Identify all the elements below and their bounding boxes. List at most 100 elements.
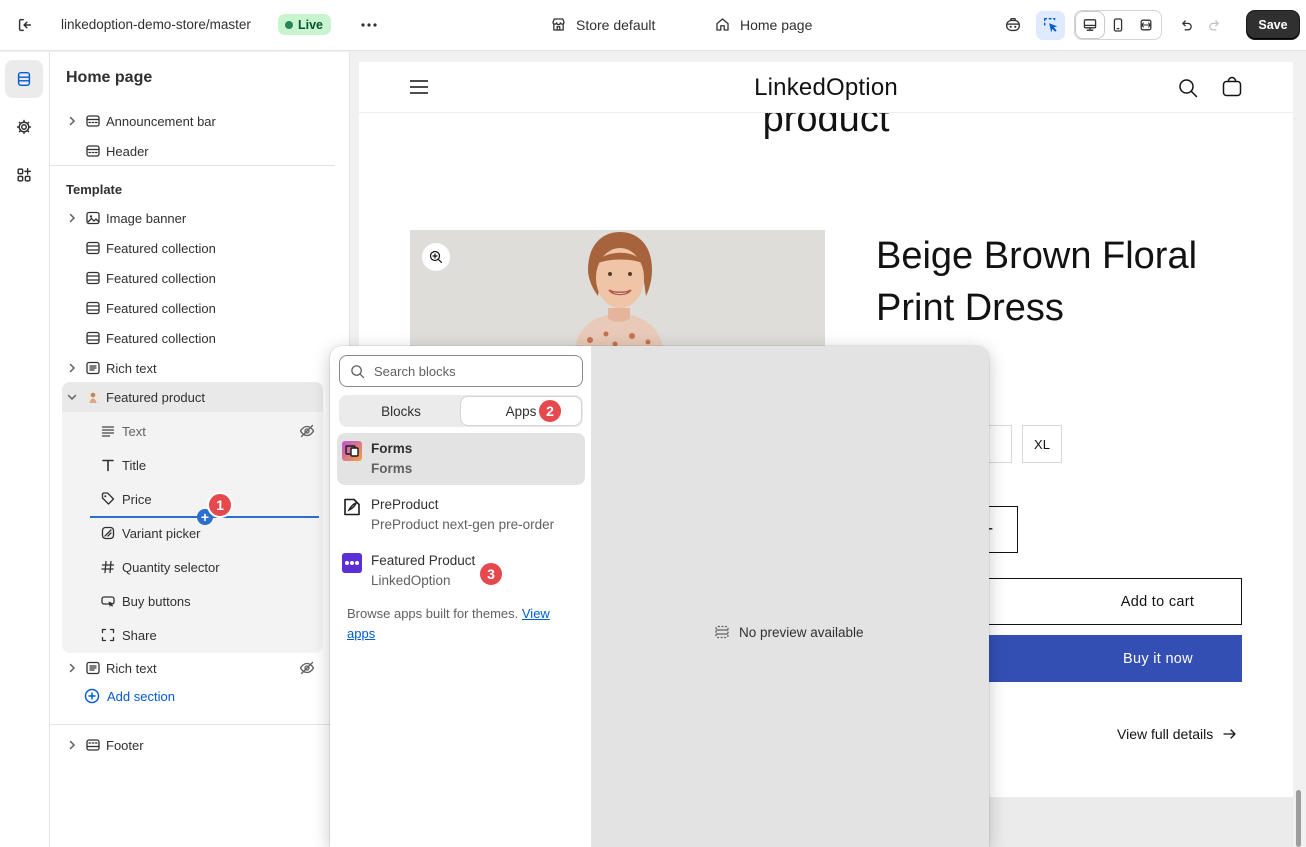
app-block-preproduct[interactable]: PreProduct PreProduct next-gen pre-order: [337, 489, 585, 541]
block-buy-buttons[interactable]: Buy buttons: [50, 586, 335, 616]
redo-button[interactable]: [1200, 11, 1229, 40]
share-frame-icon: [101, 628, 115, 642]
app-block-provider: Forms: [371, 461, 413, 476]
tab-blocks[interactable]: Blocks: [341, 397, 461, 425]
exit-button[interactable]: [12, 12, 38, 38]
section-label: Header: [106, 143, 149, 159]
section-header[interactable]: Header: [50, 136, 335, 166]
buy-now-button[interactable]: Buy it now: [959, 635, 1242, 682]
view-apps-link-part: View: [521, 606, 550, 621]
app-block-provider: LinkedOption: [371, 573, 451, 588]
header-icon: [86, 145, 100, 157]
app-blocks-icon: [17, 167, 32, 182]
product-image[interactable]: [410, 230, 825, 348]
sidekick-button[interactable]: [998, 11, 1027, 40]
zoom-button[interactable]: [422, 243, 450, 271]
more-actions-button[interactable]: [356, 12, 382, 38]
tab-apps[interactable]: Apps: [461, 397, 581, 425]
market-label: Store default: [576, 16, 656, 33]
preview-scrollbar[interactable]: [1296, 790, 1301, 847]
mobile-view-button[interactable]: [1104, 12, 1132, 38]
add-section-button[interactable]: Add section: [84, 688, 175, 704]
add-to-cart-button[interactable]: Add to cart: [959, 578, 1242, 625]
market-selector[interactable]: Store default: [550, 16, 655, 33]
block-title[interactable]: Title: [50, 450, 335, 480]
chevron-right-icon[interactable]: [66, 212, 78, 224]
preproduct-app-icon: [342, 497, 362, 517]
image-icon: [86, 211, 100, 225]
hidden-eye-icon[interactable]: [299, 423, 315, 439]
chevron-right-icon[interactable]: [66, 739, 78, 751]
block-price[interactable]: Price: [50, 484, 335, 514]
size-option-xl[interactable]: XL: [1022, 425, 1062, 463]
page-label: Home page: [740, 16, 813, 33]
price-tag-icon: [101, 492, 115, 505]
redo-icon: [1208, 20, 1219, 31]
rich-text-icon: [86, 661, 100, 675]
section-rich-text-2[interactable]: Rich text: [50, 653, 335, 683]
block-text[interactable]: Text: [50, 416, 335, 446]
section-image-banner[interactable]: Image banner: [50, 203, 335, 233]
store-header: LinkedOption: [359, 62, 1293, 113]
page-selector[interactable]: Home page: [714, 16, 812, 33]
footer-icon: [86, 739, 100, 751]
section-label: Footer: [106, 737, 144, 753]
block-label: Text: [122, 423, 146, 439]
block-quantity-selector[interactable]: Quantity selector: [50, 552, 335, 582]
button-cursor-icon: [101, 596, 115, 608]
forms-app-icon: [342, 441, 362, 461]
zoom-in-icon: [429, 250, 443, 264]
save-button[interactable]: Save: [1247, 11, 1299, 39]
app-block-name: PreProduct: [371, 497, 439, 512]
search-blocks-field[interactable]: [339, 355, 583, 387]
collection-icon: [86, 301, 100, 315]
chevron-right-icon[interactable]: [66, 362, 78, 374]
live-label: Live: [298, 17, 324, 32]
section-label: Featured product: [106, 389, 206, 405]
search-blocks-input[interactable]: [374, 363, 564, 379]
block-label: Share: [122, 627, 157, 643]
theme-name: linkedoption-demo-store/master: [61, 17, 251, 32]
section-label: Rich text: [106, 360, 157, 376]
undo-button[interactable]: [1171, 11, 1200, 40]
section-rich-text[interactable]: Rich text: [50, 353, 335, 383]
theme-settings-nav-button[interactable]: [5, 108, 43, 146]
app-block-name: Featured Product: [371, 553, 476, 568]
app-block-forms[interactable]: Forms Forms: [337, 433, 585, 485]
live-badge: Live: [278, 14, 332, 35]
mobile-icon: [1113, 18, 1123, 32]
section-featured-collection[interactable]: Featured collection: [50, 263, 335, 293]
block-variant-picker[interactable]: Variant picker: [50, 518, 335, 548]
sections-nav-button[interactable]: [5, 60, 43, 98]
view-full-details-link[interactable]: View full details: [1117, 726, 1237, 742]
inspector-button[interactable]: [1036, 10, 1065, 40]
search-icon[interactable]: [1177, 77, 1199, 99]
store-logo[interactable]: LinkedOption: [359, 74, 1293, 102]
chevron-right-icon[interactable]: [66, 662, 78, 674]
hidden-eye-icon[interactable]: [299, 660, 315, 676]
cursor-select-icon: [1043, 18, 1057, 33]
section-placeholder-icon: [715, 625, 729, 639]
section-featured-collection[interactable]: Featured collection: [50, 323, 335, 353]
section-featured-collection[interactable]: Featured collection: [50, 293, 335, 323]
fullscreen-view-button[interactable]: [1132, 12, 1160, 38]
cart-icon[interactable]: [1221, 76, 1243, 98]
block-preview-pane: No preview available: [591, 346, 989, 847]
section-featured-product[interactable]: Featured product: [50, 382, 335, 412]
browse-apps-text: Browse apps built for themes. View apps: [347, 604, 577, 644]
section-announcement-bar[interactable]: Announcement bar: [50, 106, 335, 136]
chevron-right-icon[interactable]: [66, 115, 78, 127]
apps-nav-button[interactable]: [5, 156, 43, 194]
view-details-label: View full details: [1117, 726, 1214, 742]
desktop-view-button[interactable]: [1076, 12, 1104, 38]
section-footer[interactable]: Footer: [50, 730, 335, 760]
sections-sidebar: Home page Announcement bar Header Templa…: [50, 52, 350, 847]
desktop-icon: [1083, 19, 1097, 31]
rich-text-icon: [86, 361, 100, 375]
section-featured-collection[interactable]: Featured collection: [50, 233, 335, 263]
block-share[interactable]: Share: [50, 620, 335, 650]
app-block-featured-product[interactable]: Featured Product LinkedOption: [337, 545, 585, 597]
fullwidth-icon: [1140, 19, 1152, 31]
chevron-down-icon[interactable]: [66, 391, 78, 403]
toolbar-icons: [998, 10, 1229, 40]
